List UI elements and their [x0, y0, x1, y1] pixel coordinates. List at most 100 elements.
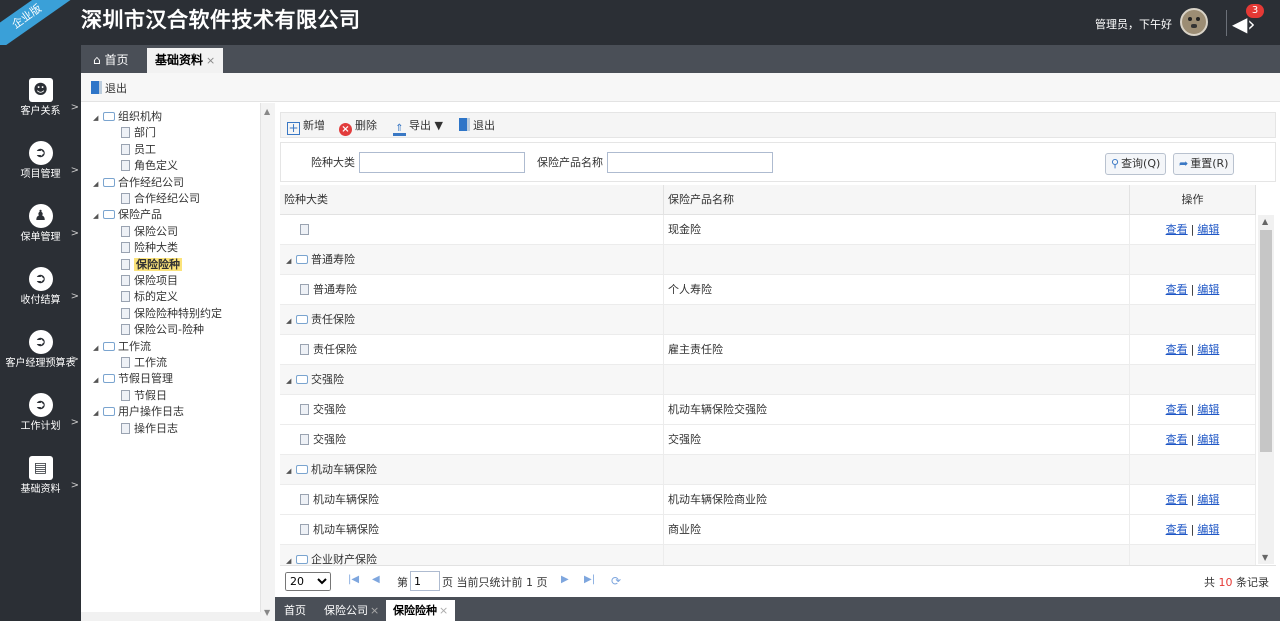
- tree-folder[interactable]: ◢ 组织机构: [93, 109, 162, 125]
- tree-leaf[interactable]: 保险险种特别约定: [121, 306, 222, 322]
- nav-item-3[interactable]: ➲ 收付结算 >: [0, 267, 81, 306]
- product-input[interactable]: [607, 152, 773, 173]
- pager: 20 |◀ ◀ 第 页 当前只统计前 1 页 ▶ ▶| ⟳ 共 10 条记录: [280, 565, 1276, 596]
- tree-leaf[interactable]: 保险险种: [121, 257, 182, 273]
- close-icon[interactable]: ×: [370, 604, 379, 617]
- nav-item-1[interactable]: ➲ 项目管理 >: [0, 141, 81, 180]
- expand-icon[interactable]: ◢: [286, 456, 296, 485]
- table-row[interactable]: 普通寿险 个人寿险 查看 | 编辑: [280, 275, 1256, 305]
- table-row[interactable]: 交强险 交强险 查看 | 编辑: [280, 425, 1256, 455]
- view-link[interactable]: 查看: [1166, 493, 1188, 506]
- edit-link[interactable]: 编辑: [1197, 523, 1219, 536]
- view-link[interactable]: 查看: [1166, 283, 1188, 296]
- expand-icon[interactable]: ◢: [286, 366, 296, 395]
- page-size-select[interactable]: 20: [285, 572, 331, 591]
- tree-leaf[interactable]: 标的定义: [121, 289, 178, 305]
- expand-icon[interactable]: ◢: [286, 306, 296, 335]
- close-icon[interactable]: ×: [439, 604, 448, 617]
- tree-leaf[interactable]: 保险公司: [121, 224, 178, 240]
- edit-link[interactable]: 编辑: [1197, 223, 1219, 236]
- query-button[interactable]: ⚲ 查询(Q): [1105, 153, 1167, 175]
- close-icon[interactable]: ×: [206, 54, 215, 67]
- table-row[interactable]: 机动车辆保险 机动车辆保险商业险 查看 | 编辑: [280, 485, 1256, 515]
- tree-folder[interactable]: ◢ 用户操作日志: [93, 404, 184, 420]
- expand-icon[interactable]: ◢: [93, 405, 103, 421]
- tab-basic-data[interactable]: 基础资料 ×: [147, 48, 224, 73]
- reset-button[interactable]: ➦ 重置(R): [1173, 153, 1235, 175]
- tree-folder[interactable]: ◢ 保险产品: [93, 207, 162, 223]
- tree-folder[interactable]: ◢ 工作流: [93, 339, 151, 355]
- table-row[interactable]: 责任保险 雇主责任险 查看 | 编辑: [280, 335, 1256, 365]
- tree-leaf[interactable]: 操作日志: [121, 421, 178, 437]
- action-cell: 查看 | 编辑: [1130, 515, 1256, 545]
- first-page-icon[interactable]: |◀: [348, 574, 359, 585]
- expand-icon[interactable]: ◢: [93, 372, 103, 388]
- view-link[interactable]: 查看: [1166, 433, 1188, 446]
- tree-leaf[interactable]: 部门: [121, 125, 156, 141]
- table-row[interactable]: 现金险 查看 | 编辑: [280, 215, 1256, 245]
- view-link[interactable]: 查看: [1166, 523, 1188, 536]
- bottom-tab-home[interactable]: 首页: [277, 600, 313, 621]
- exit-button[interactable]: 退出: [91, 80, 127, 96]
- tree-leaf[interactable]: 工作流: [121, 355, 167, 371]
- tree-leaf[interactable]: 合作经纪公司: [121, 191, 200, 207]
- folder-icon: [296, 375, 308, 384]
- edit-link[interactable]: 编辑: [1197, 493, 1219, 506]
- category-input[interactable]: [359, 152, 525, 173]
- page-summary: 页 当前只统计前 1 页: [442, 576, 548, 589]
- edit-link[interactable]: 编辑: [1197, 343, 1219, 356]
- column-header[interactable]: 保险产品名称: [664, 185, 1130, 215]
- prev-page-icon[interactable]: ◀: [372, 574, 380, 585]
- view-link[interactable]: 查看: [1166, 343, 1188, 356]
- edit-link[interactable]: 编辑: [1197, 403, 1219, 416]
- tree-leaf[interactable]: 保险公司-险种: [121, 322, 204, 338]
- tree-leaf[interactable]: 节假日: [121, 388, 167, 404]
- grid-vertical-scrollbar[interactable]: ▲ ▼: [1258, 215, 1274, 564]
- bottom-tab-insurance-type[interactable]: 保险险种 ×: [386, 600, 456, 621]
- expand-icon[interactable]: ◢: [286, 246, 296, 275]
- group-row[interactable]: ◢ 交强险: [280, 365, 1256, 395]
- tree-leaf[interactable]: 险种大类: [121, 240, 178, 256]
- nav-item-5[interactable]: ➲ 工作计划 >: [0, 393, 81, 432]
- expand-icon[interactable]: ◢: [93, 208, 103, 224]
- group-row[interactable]: ◢ 普通寿险: [280, 245, 1256, 275]
- document-icon: [300, 404, 309, 415]
- avatar[interactable]: [1180, 8, 1208, 36]
- next-page-icon[interactable]: ▶: [561, 574, 569, 585]
- column-header[interactable]: 险种大类: [280, 185, 664, 215]
- delete-button[interactable]: × 删除: [339, 117, 377, 136]
- expand-icon[interactable]: ◢: [93, 176, 103, 192]
- tree-folder[interactable]: ◢ 节假日管理: [93, 371, 173, 387]
- nav-item-4[interactable]: ➲ 客户经理预算表 >: [0, 330, 81, 369]
- table-row[interactable]: 交强险 机动车辆保险交强险 查看 | 编辑: [280, 395, 1256, 425]
- edit-link[interactable]: 编辑: [1197, 283, 1219, 296]
- export-button[interactable]: ⇑ 导出 ▼: [393, 117, 443, 136]
- exit-button-grid[interactable]: 退出: [459, 117, 495, 133]
- last-page-icon[interactable]: ▶|: [584, 574, 595, 585]
- nav-item-2[interactable]: ♟ 保单管理 >: [0, 204, 81, 243]
- product-cell: [664, 245, 1130, 275]
- splitter-scrollbar[interactable]: ▲ ▼: [261, 103, 275, 621]
- edit-link[interactable]: 编辑: [1197, 433, 1219, 446]
- tree-leaf[interactable]: 保险项目: [121, 273, 178, 289]
- tree-leaf[interactable]: 角色定义: [121, 158, 178, 174]
- view-link[interactable]: 查看: [1166, 403, 1188, 416]
- view-link[interactable]: 查看: [1166, 223, 1188, 236]
- bottom-tab-insurance-company[interactable]: 保险公司 ×: [317, 600, 386, 621]
- expand-icon[interactable]: ◢: [93, 340, 103, 356]
- nav-item-6[interactable]: ▤ 基础资料 >: [0, 456, 81, 495]
- tree-folder[interactable]: ◢ 合作经纪公司: [93, 175, 184, 191]
- refresh-icon[interactable]: ⟳: [611, 574, 621, 588]
- table-row[interactable]: 机动车辆保险 商业险 查看 | 编辑: [280, 515, 1256, 545]
- product-label: 保险产品名称: [537, 156, 603, 169]
- category-cell: ◢ 机动车辆保险: [280, 455, 664, 485]
- page-input[interactable]: [410, 571, 440, 591]
- tab-home[interactable]: ⌂ 首页: [85, 48, 136, 73]
- group-row[interactable]: ◢ 责任保险: [280, 305, 1256, 335]
- add-button[interactable]: + 新增: [287, 117, 325, 135]
- expand-icon[interactable]: ◢: [93, 110, 103, 126]
- tree-leaf[interactable]: 员工: [121, 142, 156, 158]
- tree-horizontal-scrollbar[interactable]: [81, 612, 261, 621]
- nav-item-0[interactable]: ☻ 客户关系 >: [0, 78, 81, 117]
- group-row[interactable]: ◢ 机动车辆保险: [280, 455, 1256, 485]
